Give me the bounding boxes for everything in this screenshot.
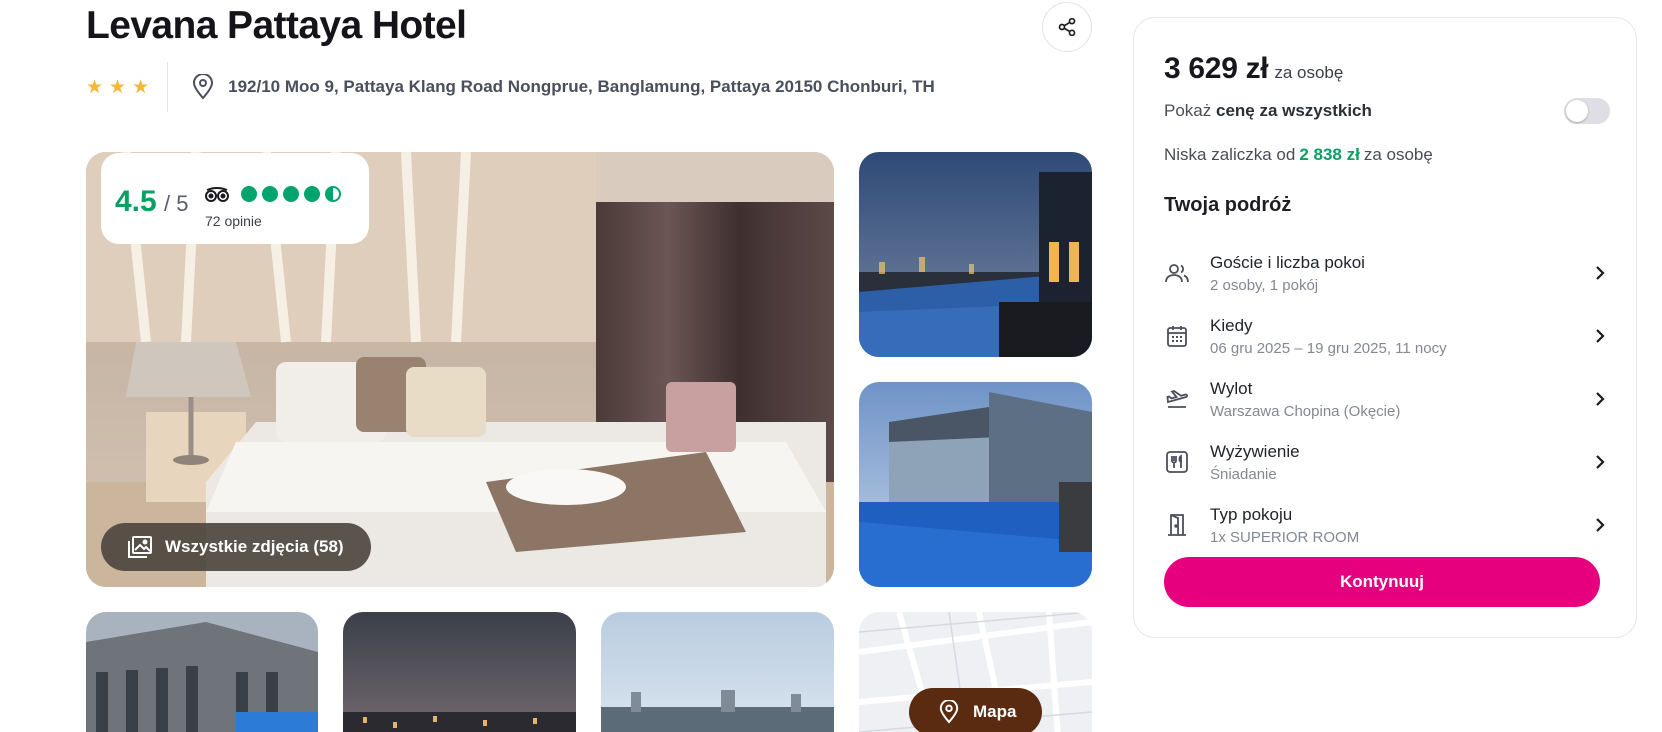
trip-item-value: 06 gru 2025 – 19 gru 2025, 11 nocy bbox=[1210, 339, 1447, 357]
divider bbox=[167, 62, 169, 112]
trip-item-room[interactable]: Typ pokoju 1x SUPERIOR ROOM bbox=[1164, 497, 1610, 553]
gallery-photo[interactable] bbox=[859, 152, 1092, 357]
rating-bubble-full bbox=[304, 186, 320, 202]
users-icon bbox=[1164, 260, 1190, 286]
rating-bubble-full bbox=[283, 186, 299, 202]
gallery-photo[interactable] bbox=[343, 612, 576, 732]
chevron-right-icon bbox=[1590, 391, 1610, 407]
trip-item-label: Wylot bbox=[1210, 378, 1253, 398]
price-row: 3 629 zł za osobę bbox=[1164, 52, 1343, 86]
gallery-photo[interactable] bbox=[859, 382, 1092, 587]
chevron-right-icon bbox=[1590, 454, 1610, 470]
toggle-knob bbox=[1566, 100, 1588, 122]
trip-item-departure[interactable]: Wylot Warszawa Chopina (Okęcie) bbox=[1164, 371, 1610, 427]
calendar-icon bbox=[1164, 323, 1190, 349]
door-icon bbox=[1164, 512, 1190, 538]
reviews-count[interactable]: 72 opinie bbox=[205, 213, 262, 229]
gallery-photo[interactable] bbox=[601, 612, 834, 732]
rating-card[interactable]: 4.5 / 5 72 opinie bbox=[101, 153, 369, 244]
trip-item-value: Śniadanie bbox=[1210, 465, 1277, 483]
rating-score: 4.5 bbox=[115, 185, 157, 218]
map-button[interactable]: Mapa bbox=[909, 688, 1042, 732]
image-gallery-icon bbox=[127, 535, 153, 559]
hotel-meta-row: ★ ★ ★ 192/10 Moo 9, Pattaya Klang Road N… bbox=[86, 62, 935, 112]
trip-heading: Twoja podróż bbox=[1164, 194, 1292, 216]
booking-panel: 3 629 zł za osobę Pokaż cenę za wszystki… bbox=[1133, 17, 1637, 638]
trip-item-value: Warszawa Chopina (Okęcie) bbox=[1210, 402, 1401, 420]
rating-bubble-full bbox=[241, 186, 257, 202]
price-suffix: za osobę bbox=[1274, 63, 1344, 82]
gallery-photo[interactable] bbox=[86, 612, 318, 732]
price-all-toggle-row: Pokaż cenę za wszystkich bbox=[1164, 96, 1610, 126]
trip-item-dates[interactable]: Kiedy 06 gru 2025 – 19 gru 2025, 11 nocy bbox=[1164, 308, 1610, 364]
rating-bubble-full bbox=[262, 186, 278, 202]
trip-item-label: Kiedy bbox=[1210, 315, 1253, 335]
toggle-label: Pokaż cenę za wszystkich bbox=[1164, 101, 1372, 120]
hotel-stars: ★ ★ ★ bbox=[86, 78, 167, 97]
trip-item-board[interactable]: Wyżywienie Śniadanie bbox=[1164, 434, 1610, 490]
tripadvisor-owl-icon bbox=[205, 187, 229, 202]
hotel-address: 192/10 Moo 9, Pattaya Klang Road Nongpru… bbox=[228, 77, 935, 96]
location-pin-icon bbox=[939, 700, 959, 724]
all-photos-button[interactable]: Wszystkie zdjęcia (58) bbox=[101, 523, 371, 571]
chevron-right-icon bbox=[1590, 265, 1610, 281]
star-icon: ★ bbox=[132, 76, 150, 98]
price-value: 3 629 zł bbox=[1164, 52, 1269, 85]
star-icon: ★ bbox=[109, 76, 127, 98]
location-pin-icon bbox=[192, 74, 214, 100]
plane-departure-icon bbox=[1164, 386, 1190, 412]
hotel-title: Levana Pattaya Hotel bbox=[86, 4, 467, 47]
rating-bubbles bbox=[241, 186, 341, 202]
trip-item-label: Wyżywienie bbox=[1210, 441, 1300, 461]
restaurant-icon bbox=[1164, 449, 1190, 475]
rating-max: / 5 bbox=[164, 191, 189, 216]
rating-bubble-half bbox=[325, 186, 341, 202]
all-photos-label: Wszystkie zdjęcia (58) bbox=[165, 537, 344, 556]
trip-item-value: 1x SUPERIOR ROOM bbox=[1210, 528, 1360, 546]
share-button[interactable] bbox=[1042, 2, 1092, 52]
price-all-toggle[interactable] bbox=[1564, 98, 1610, 124]
share-icon bbox=[1058, 17, 1076, 37]
trip-item-label: Goście i liczba pokoi bbox=[1210, 252, 1365, 272]
deposit-info: Niska zaliczka od 2 838 zł za osobę bbox=[1164, 145, 1433, 164]
star-icon: ★ bbox=[86, 76, 104, 98]
trip-item-guests[interactable]: Goście i liczba pokoi 2 osoby, 1 pokój bbox=[1164, 245, 1610, 301]
map-label: Mapa bbox=[973, 702, 1017, 721]
chevron-right-icon bbox=[1590, 517, 1610, 533]
trip-item-label: Typ pokoju bbox=[1210, 504, 1293, 524]
trip-item-value: 2 osoby, 1 pokój bbox=[1210, 276, 1319, 294]
continue-button[interactable]: Kontynuuj bbox=[1164, 557, 1600, 607]
chevron-right-icon bbox=[1590, 328, 1610, 344]
deposit-amount: 2 838 zł bbox=[1299, 145, 1360, 164]
